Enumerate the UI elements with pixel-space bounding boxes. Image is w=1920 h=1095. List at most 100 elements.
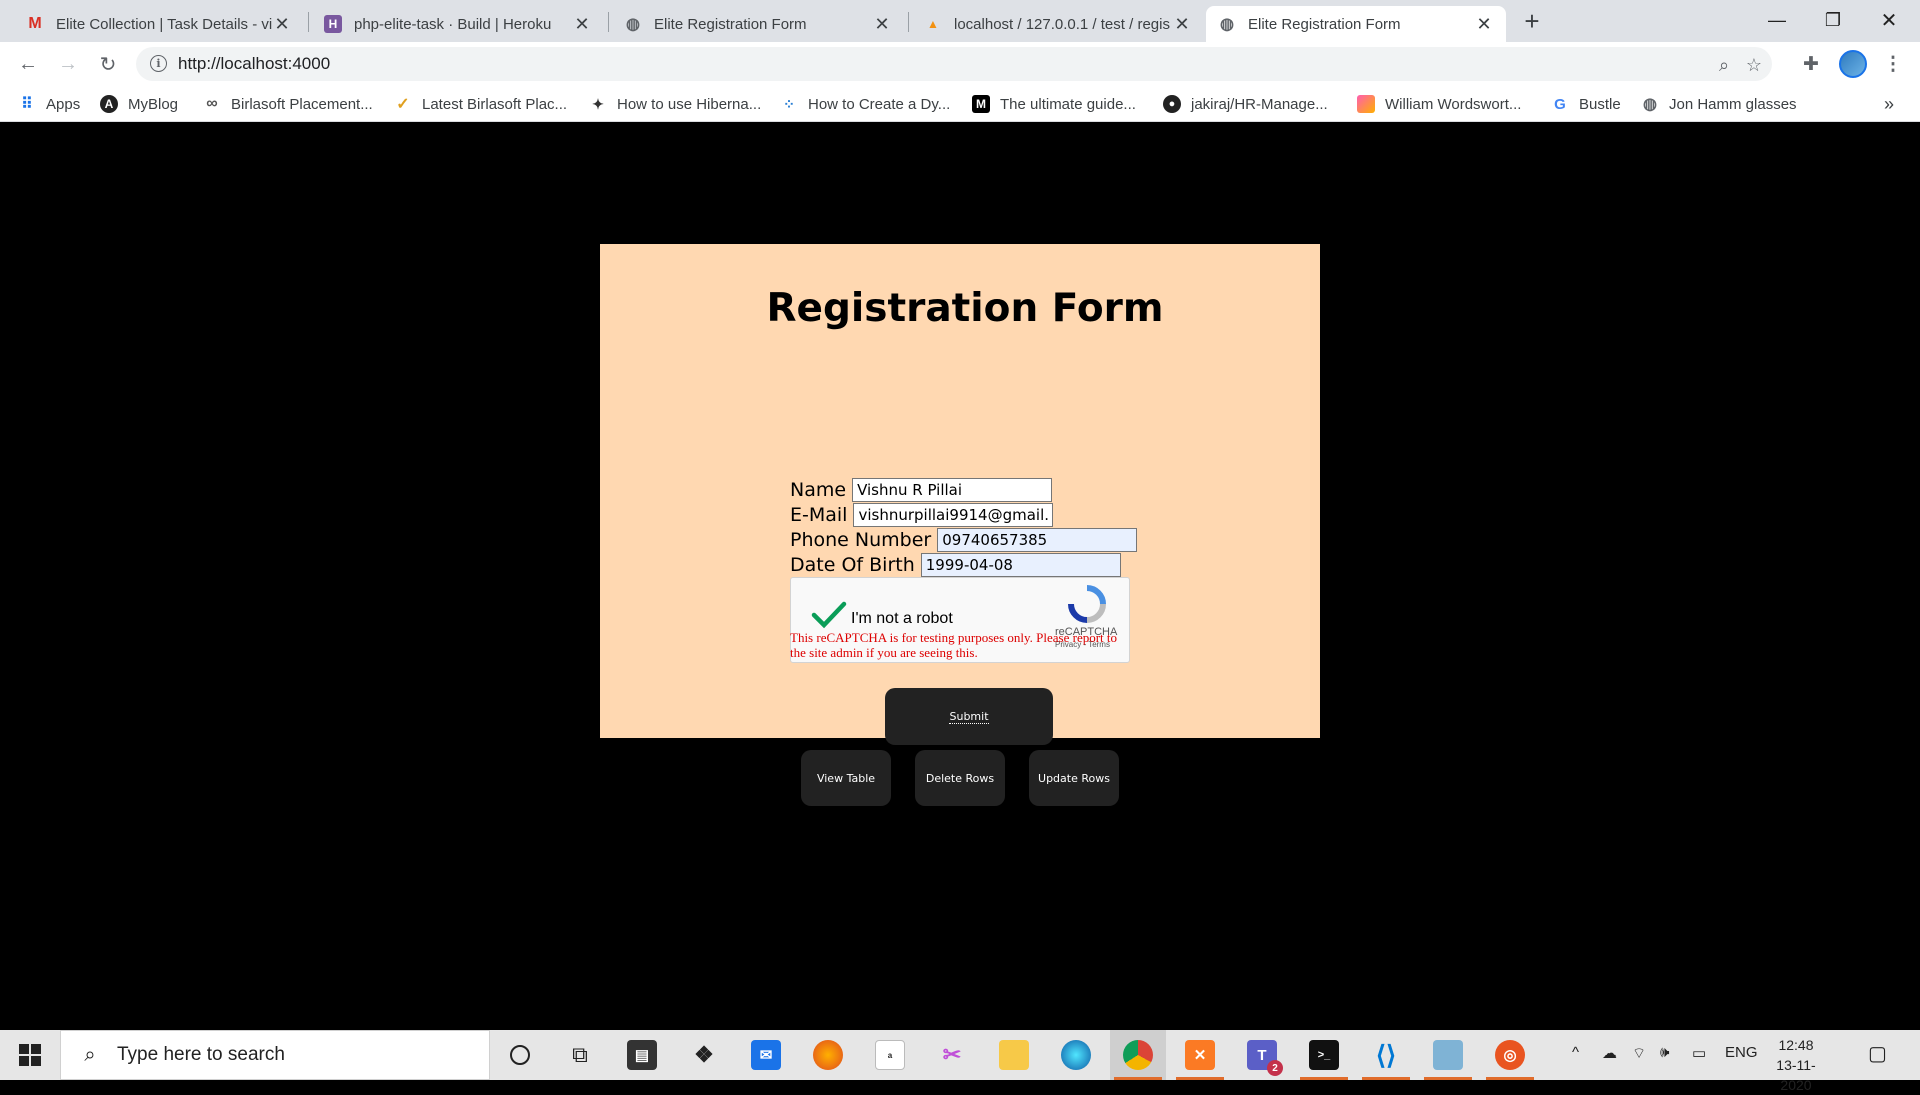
avatar[interactable]: [1839, 50, 1867, 78]
apps-grid-icon: ⠿: [21, 96, 33, 113]
update-rows-button[interactable]: Update Rows: [1029, 750, 1119, 806]
taskbar-mail[interactable]: ✉: [738, 1030, 794, 1080]
bookmarks-overflow-button[interactable]: »: [1884, 93, 1894, 115]
vscode-icon: ⟨⟩: [1375, 1039, 1397, 1070]
leaf-icon: ✓: [396, 96, 410, 113]
taskbar-ubuntu[interactable]: ◎: [1482, 1030, 1538, 1080]
tab-registration[interactable]: ◍ Elite Registration Form ✕: [612, 6, 904, 42]
taskbar-chrome[interactable]: [1110, 1030, 1166, 1080]
bookmark-apps[interactable]: ⠿ Apps: [18, 93, 80, 115]
task-view-button[interactable]: ⧉: [552, 1030, 608, 1080]
url-text[interactable]: http://localhost:4000: [178, 54, 330, 74]
close-icon[interactable]: ✕: [872, 14, 892, 34]
store-icon: ▤: [627, 1040, 657, 1070]
github-icon: ●: [1163, 95, 1181, 113]
dropbox-icon: ❖: [694, 1042, 714, 1067]
taskbar-teams[interactable]: T2: [1234, 1030, 1290, 1080]
email-input[interactable]: [853, 502, 1054, 527]
bookmark-birlasoft-2[interactable]: ✓ Latest Birlasoft Plac...: [394, 93, 567, 115]
battery-icon[interactable]: ▭: [1692, 1044, 1706, 1062]
bookmark-jon-hamm[interactable]: ◍ Jon Hamm glasses: [1641, 93, 1797, 115]
bookmark-medium[interactable]: M The ultimate guide...: [972, 93, 1136, 115]
close-window-button[interactable]: ✕: [1866, 0, 1912, 40]
bookmark-bustle[interactable]: G Bustle: [1551, 93, 1621, 115]
new-tab-button[interactable]: +: [1518, 6, 1546, 36]
taskbar-xampp[interactable]: ✕: [1172, 1030, 1228, 1080]
folder-icon: [999, 1040, 1029, 1070]
heroku-icon: H: [324, 15, 342, 33]
globe-icon: ◍: [626, 16, 640, 33]
taskbar-search[interactable]: ⌕ Type here to search: [60, 1030, 490, 1080]
bookmark-myblog[interactable]: A MyBlog: [100, 93, 178, 115]
phone-input[interactable]: [937, 527, 1138, 552]
address-bar[interactable]: i http://localhost:4000 ⌕ ☆: [136, 47, 1772, 81]
tab-separator: [308, 12, 309, 32]
notifications-icon[interactable]: ▢: [1868, 1041, 1887, 1066]
restore-button[interactable]: ❐: [1810, 0, 1856, 40]
bookmark-birlasoft-1[interactable]: ∞ Birlasoft Placement...: [203, 93, 372, 115]
terminal-icon: >_: [1309, 1040, 1339, 1070]
bookmark-label: How to use Hiberna...: [617, 95, 762, 113]
tab-phpmyadmin[interactable]: ▲ localhost / 127.0.0.1 / test / regis ✕: [912, 6, 1204, 42]
taskbar-edge[interactable]: [1048, 1030, 1104, 1080]
tab-gmail[interactable]: M Elite Collection | Task Details - vis …: [14, 6, 304, 42]
bookmark-label: MyBlog: [128, 95, 179, 113]
google-icon: G: [1554, 95, 1566, 113]
close-icon[interactable]: ✕: [1474, 14, 1494, 34]
delete-rows-button[interactable]: Delete Rows: [915, 750, 1005, 806]
teams-icon: T2: [1247, 1040, 1283, 1076]
bookmark-hibernate[interactable]: ✦ How to use Hiberna...: [589, 93, 761, 115]
back-button[interactable]: ←: [14, 50, 42, 78]
submit-label: Submit: [949, 709, 989, 724]
close-icon[interactable]: ✕: [572, 14, 592, 34]
taskbar-dropbox[interactable]: ❖: [676, 1030, 732, 1080]
network-icon[interactable]: ⌔: [1632, 1044, 1646, 1063]
tray-overflow-icon[interactable]: ^: [1572, 1044, 1579, 1061]
taskbar-amazon[interactable]: a: [862, 1030, 918, 1080]
bookmark-label: jakiraj/HR-Manage...: [1191, 95, 1328, 113]
reload-button[interactable]: ↻: [94, 50, 122, 78]
extensions-icon[interactable]: ✚: [1796, 49, 1826, 79]
bookmark-label: Latest Birlasoft Plac...: [422, 95, 568, 113]
taskbar-store[interactable]: ▤: [614, 1030, 670, 1080]
bookmark-github[interactable]: ● jakiraj/HR-Manage...: [1163, 93, 1328, 115]
taskbar-vscode[interactable]: ⟨⟩: [1358, 1030, 1414, 1080]
onedrive-icon[interactable]: ☁: [1602, 1044, 1617, 1062]
clock[interactable]: 12:48 13-11-2020: [1766, 1035, 1826, 1095]
volume-icon[interactable]: 🕪: [1660, 1044, 1669, 1061]
submit-button[interactable]: Submit: [885, 688, 1053, 745]
cortana-button[interactable]: [492, 1030, 548, 1080]
start-button[interactable]: [0, 1030, 60, 1080]
page-viewport: Registration Form Name E-Mail Phone Numb…: [0, 123, 1920, 1030]
language-indicator[interactable]: ENG: [1725, 1044, 1758, 1061]
zoom-icon[interactable]: ⌕: [1712, 53, 1736, 77]
browser-toolbar: ← → ↻ i http://localhost:4000 ⌕ ☆ ✚ ⋮: [0, 42, 1920, 86]
taskbar-explorer[interactable]: [986, 1030, 1042, 1080]
search-icon: ⌕: [84, 1043, 96, 1066]
star-icon[interactable]: ☆: [1742, 53, 1766, 77]
taskbar-notepad[interactable]: [1420, 1030, 1476, 1080]
view-table-button[interactable]: View Table: [801, 750, 891, 806]
edge-icon: [1061, 1040, 1091, 1070]
snip-icon: ✂: [942, 1042, 962, 1067]
name-input[interactable]: [852, 477, 1053, 502]
minimize-button[interactable]: —: [1754, 0, 1800, 40]
bookmark-dynamic[interactable]: ⁘ How to Create a Dy...: [780, 93, 950, 115]
close-icon[interactable]: ✕: [272, 14, 292, 34]
bookmark-wordsworth[interactable]: William Wordswort...: [1357, 93, 1521, 115]
checkmark-icon[interactable]: [811, 600, 847, 630]
forward-button[interactable]: →: [54, 50, 82, 78]
close-icon[interactable]: ✕: [1172, 14, 1192, 34]
notepad-icon: [1433, 1040, 1463, 1070]
taskbar-snip[interactable]: ✂: [924, 1030, 980, 1080]
tab-registration-active[interactable]: ◍ Elite Registration Form ✕: [1206, 6, 1506, 42]
mail-icon: ✉: [751, 1040, 781, 1070]
info-icon[interactable]: i: [150, 55, 167, 72]
tab-separator: [908, 12, 909, 32]
dob-input[interactable]: [920, 552, 1121, 577]
email-label: E-Mail: [790, 503, 848, 526]
tab-heroku[interactable]: H php-elite-task · Build | Heroku ✕: [312, 6, 604, 42]
taskbar-firefox[interactable]: [800, 1030, 856, 1080]
menu-icon[interactable]: ⋮: [1878, 49, 1908, 79]
taskbar-terminal[interactable]: >_: [1296, 1030, 1352, 1080]
